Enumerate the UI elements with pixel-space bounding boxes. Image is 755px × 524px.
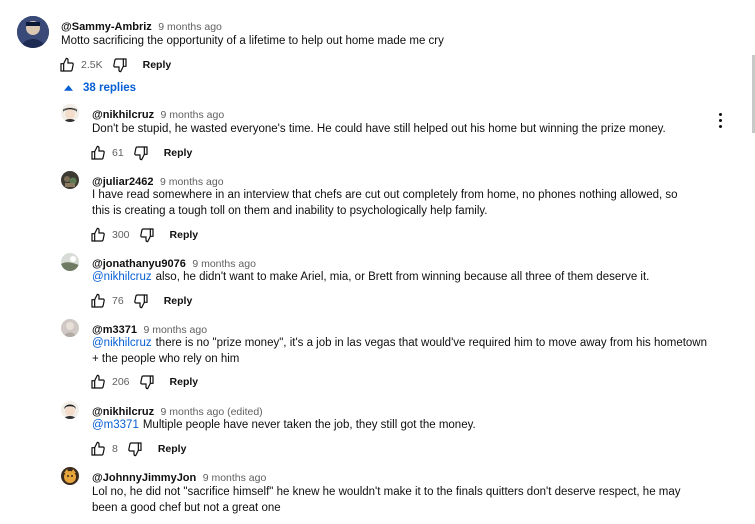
thumb-down-icon[interactable]: [132, 144, 150, 162]
reply-actions: 300 Reply: [89, 225, 198, 245]
reply-body: Multiple people have never taken the job…: [142, 419, 476, 431]
avatar[interactable]: [61, 104, 79, 122]
like-count: 2.5K: [81, 59, 103, 71]
avatar[interactable]: [61, 319, 79, 337]
avatar[interactable]: [61, 253, 79, 271]
like-count: 8: [112, 443, 118, 455]
timestamp[interactable]: 9 months ago: [161, 109, 225, 121]
reply-text: Don't be stupid, he wasted everyone's ti…: [92, 121, 702, 137]
reply-text: @nikhilcruz there is no "prize money", it…: [92, 335, 707, 367]
more-vert-icon[interactable]: [713, 111, 727, 129]
reply-text: @m3371 Multiple people have never taken t…: [92, 417, 712, 433]
reply-body: Lol no, he did not "sacrifice himself" h…: [92, 486, 681, 514]
replies-count-label: 38 replies: [83, 82, 137, 94]
mention-link[interactable]: @nikhilcruz: [92, 337, 152, 349]
reply-button[interactable]: Reply: [164, 295, 193, 307]
reply-button[interactable]: Reply: [164, 147, 193, 159]
thumb-up-icon[interactable]: [89, 144, 107, 162]
avatar[interactable]: [17, 16, 49, 48]
reply-body: there is no "prize money", it's a job in…: [92, 337, 708, 365]
reply-actions: 8 Reply: [89, 439, 186, 459]
chevron-up-icon: [64, 85, 73, 91]
reply-actions: 61 Reply: [89, 143, 192, 163]
like-count: 76: [112, 295, 124, 307]
like-count: 61: [112, 147, 124, 159]
reply-body: Don't be stupid, he wasted everyone's ti…: [92, 123, 666, 135]
avatar[interactable]: [61, 171, 79, 189]
timestamp[interactable]: 9 months ago: [203, 472, 267, 484]
thumb-up-icon[interactable]: [89, 440, 107, 458]
thumb-down-icon[interactable]: [132, 292, 150, 310]
replies-toggle-button[interactable]: 38 replies: [64, 82, 136, 94]
mention-link[interactable]: @m3371: [92, 419, 139, 431]
comment-actions: 2.5K Reply: [58, 55, 171, 75]
reply-body: also, he didn't want to make Ariel, mia,…: [155, 271, 650, 283]
avatar[interactable]: [61, 467, 79, 485]
like-count: 206: [112, 376, 130, 388]
thumb-down-icon[interactable]: [138, 373, 156, 391]
author-name[interactable]: @JohnnyJimmyJon: [92, 472, 196, 484]
reply-button[interactable]: Reply: [170, 229, 199, 241]
author-name[interactable]: @nikhilcruz: [92, 109, 154, 121]
reply-button[interactable]: Reply: [158, 443, 187, 455]
reply-text: @nikhilcruz also, he didn't want to make …: [92, 269, 712, 285]
timestamp[interactable]: 9 months ago: [158, 21, 222, 33]
reply-text: Lol no, he did not "sacrifice himself" h…: [92, 484, 697, 516]
thumb-up-icon[interactable]: [89, 292, 107, 310]
reply-text: I have read somewhere in an interview th…: [92, 187, 692, 219]
reply-actions: 206 Reply: [89, 372, 198, 392]
reply-button[interactable]: Reply: [143, 59, 172, 71]
reply-button[interactable]: Reply: [170, 376, 199, 388]
thumb-down-icon[interactable]: [138, 226, 156, 244]
reply-body: I have read somewhere in an interview th…: [92, 189, 678, 217]
thumb-up-icon[interactable]: [58, 56, 76, 74]
thumb-down-icon[interactable]: [126, 440, 144, 458]
thumb-up-icon[interactable]: [89, 226, 107, 244]
author-name[interactable]: @Sammy-Ambriz: [61, 21, 152, 33]
avatar[interactable]: [61, 401, 79, 419]
thumb-up-icon[interactable]: [89, 373, 107, 391]
like-count: 300: [112, 229, 130, 241]
mention-link[interactable]: @nikhilcruz: [92, 271, 152, 283]
thumb-down-icon[interactable]: [111, 56, 129, 74]
comment-text: Motto sacrificing the opportunity of a l…: [61, 35, 444, 47]
reply-actions: 76 Reply: [89, 291, 192, 311]
